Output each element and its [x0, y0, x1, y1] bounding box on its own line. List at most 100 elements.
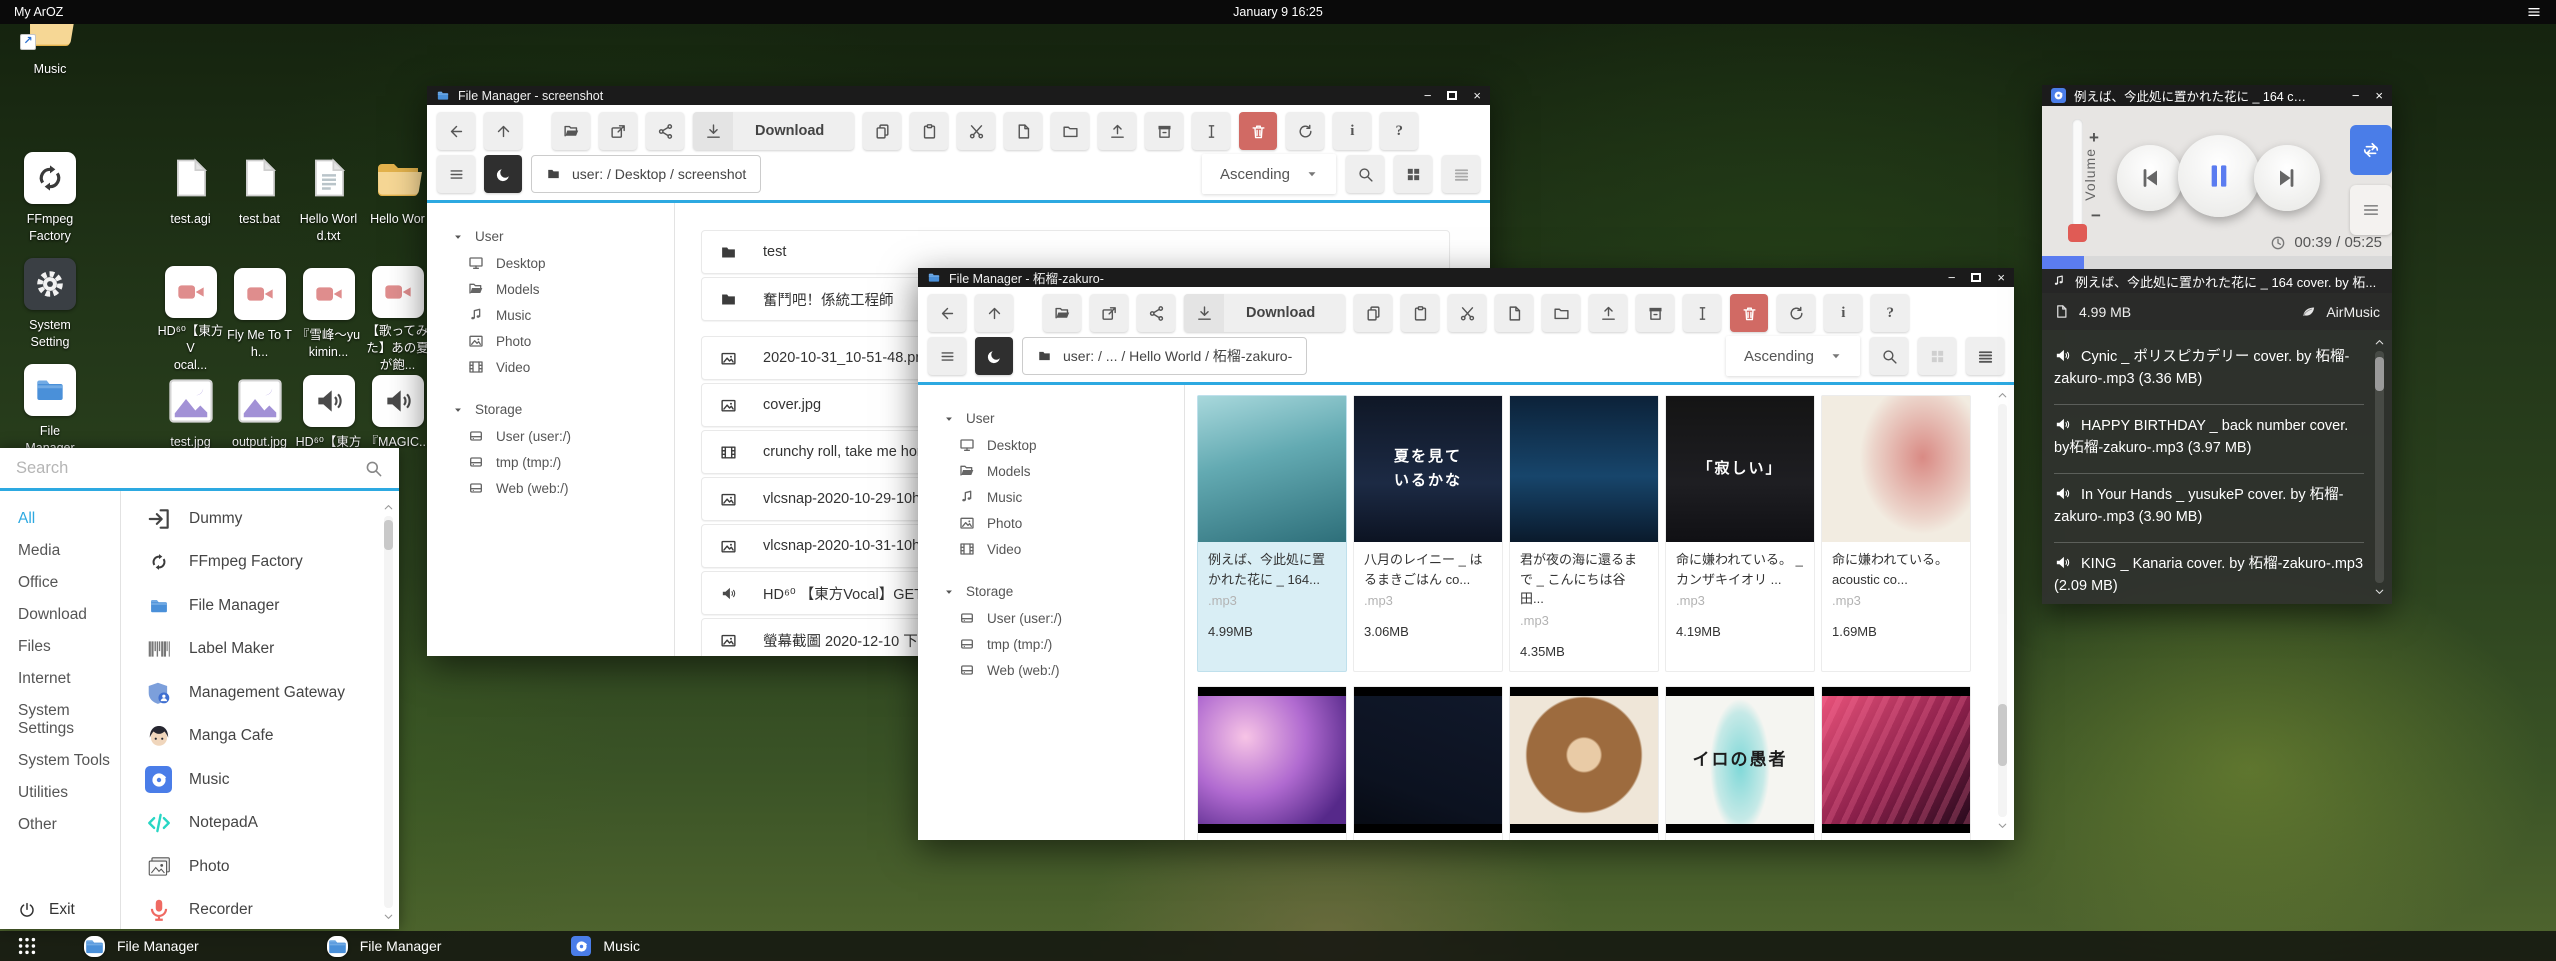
- help-button[interactable]: ?: [1380, 112, 1418, 150]
- delete-button[interactable]: [1730, 294, 1768, 332]
- desktop-file-icon[interactable]: Hello Wor: [363, 150, 432, 266]
- hamburger-icon[interactable]: [2526, 4, 2542, 20]
- next-button[interactable]: [2254, 145, 2320, 211]
- info-button[interactable]: i: [1824, 294, 1862, 332]
- search-button[interactable]: [1870, 337, 1908, 375]
- category-item[interactable]: System Tools: [0, 745, 120, 777]
- sidebar-storage-item[interactable]: Web (web:/): [453, 475, 674, 501]
- dark-mode-button[interactable]: [975, 337, 1013, 375]
- copy-button[interactable]: [1354, 294, 1392, 332]
- category-item[interactable]: Utilities: [0, 777, 120, 809]
- volume-minus[interactable]: −: [2091, 206, 2101, 226]
- grid-view-button[interactable]: [1394, 155, 1432, 193]
- desktop-file-icon[interactable]: test.agi: [156, 150, 225, 266]
- app-item[interactable]: Management Gateway: [145, 671, 373, 715]
- open-button[interactable]: [552, 112, 590, 150]
- cut-button[interactable]: [1448, 294, 1486, 332]
- app-item[interactable]: FFmpeg Factory: [145, 541, 373, 585]
- category-item[interactable]: System Settings: [0, 695, 120, 745]
- album-tile[interactable]: 幽霊東京 _ Ayase: [1821, 686, 1971, 841]
- album-tile[interactable]: イロの愚者 方相成仏代償連明: [1665, 686, 1815, 841]
- pause-button[interactable]: [2178, 135, 2260, 217]
- address-bar[interactable]: user: / ... / Hello World / 柘榴-zakuro-: [1022, 337, 1307, 375]
- title-bar[interactable]: File Manager - screenshot − ×: [427, 86, 1490, 105]
- previous-button[interactable]: [2117, 145, 2183, 211]
- download-button[interactable]: Download: [693, 112, 854, 150]
- sidebar-user-header[interactable]: User: [944, 405, 1184, 432]
- progress-bar[interactable]: [2042, 256, 2392, 269]
- category-item[interactable]: Internet: [0, 663, 120, 695]
- album-tile[interactable]: 「寂しい」 命に嫌われている。 _ カンザキイオリ ... .mp3 4.19M…: [1665, 395, 1815, 672]
- copy-button[interactable]: [863, 112, 901, 150]
- cut-button[interactable]: [957, 112, 995, 150]
- desktop-file-icon[interactable]: 『雪峰～yu kimin...: [294, 266, 363, 373]
- new-file-button[interactable]: [1495, 294, 1533, 332]
- maximize-button[interactable]: [1447, 91, 1457, 100]
- album-tile[interactable]: 君が夜の海に還るまで _ こんにちは谷田... .mp3 4.35MB: [1509, 395, 1659, 672]
- volume-plus[interactable]: +: [2089, 128, 2099, 148]
- sort-dropdown[interactable]: Ascending: [1726, 336, 1860, 376]
- list-view-button[interactable]: [1966, 337, 2004, 375]
- archive-button[interactable]: [1636, 294, 1674, 332]
- grid-view-button[interactable]: [1918, 337, 1956, 375]
- maximize-button[interactable]: [1971, 273, 1981, 282]
- scrollbar[interactable]: [2372, 336, 2387, 598]
- minimize-button[interactable]: −: [1424, 88, 1432, 103]
- upload-button[interactable]: [1098, 112, 1136, 150]
- desktop-file-icon[interactable]: Fly Me To T h...: [225, 266, 294, 373]
- new-folder-button[interactable]: [1542, 294, 1580, 332]
- album-tile[interactable]: 夏を見て いるかな 八月のレイニー _ はるまきごはん co... .mp3 3…: [1353, 395, 1503, 672]
- desktop-file-icon[interactable]: 【歌ってみ た】あの夏 が飽...: [363, 266, 432, 373]
- sidebar-user-header[interactable]: User: [453, 223, 674, 250]
- taskbar-task[interactable]: File Manager: [70, 931, 213, 961]
- info-button[interactable]: i: [1333, 112, 1371, 150]
- category-item[interactable]: Files: [0, 631, 120, 663]
- share-button[interactable]: [646, 112, 684, 150]
- share-button[interactable]: [1137, 294, 1175, 332]
- app-item[interactable]: Music: [145, 758, 373, 802]
- desktop-file-icon[interactable]: test.bat: [225, 150, 294, 266]
- back-button[interactable]: [437, 112, 475, 150]
- playlist-item[interactable]: KING _ Kanaria cover. by 柘榴-zakuro-.mp3 …: [2054, 543, 2364, 604]
- scroll-thumb[interactable]: [384, 520, 393, 550]
- refresh-button[interactable]: [1286, 112, 1324, 150]
- sidebar-item[interactable]: Desktop: [453, 250, 674, 276]
- search-button[interactable]: [1346, 155, 1384, 193]
- close-button[interactable]: ×: [1997, 270, 2005, 285]
- app-item[interactable]: Label Maker: [145, 628, 373, 672]
- scrollbar[interactable]: [1995, 389, 2010, 832]
- sidebar-item[interactable]: Models: [453, 276, 674, 302]
- app-item[interactable]: NotepadA: [145, 802, 373, 846]
- title-bar[interactable]: File Manager - 柘榴-zakuro- − ×: [918, 268, 2014, 287]
- list-view-button[interactable]: [1442, 155, 1480, 193]
- minimize-button[interactable]: −: [1948, 270, 1956, 285]
- paste-button[interactable]: [910, 112, 948, 150]
- new-file-button[interactable]: [1004, 112, 1042, 150]
- search-icon[interactable]: [364, 459, 383, 478]
- desktop-shortcut[interactable]: FFmpeg Factory: [16, 150, 84, 245]
- volume-handle[interactable]: [2068, 224, 2087, 242]
- repeat-button[interactable]: [2350, 125, 2392, 175]
- sidebar-item[interactable]: Desktop: [944, 432, 1184, 458]
- category-item[interactable]: Download: [0, 599, 120, 631]
- playlist-item[interactable]: HAPPY BIRTHDAY _ back number cover. by柘榴…: [2054, 405, 2364, 474]
- app-item[interactable]: Dummy: [145, 497, 373, 541]
- category-item[interactable]: Office: [0, 567, 120, 599]
- scroll-thumb[interactable]: [2375, 357, 2384, 391]
- sidebar-item[interactable]: Photo: [944, 510, 1184, 536]
- sidebar-item[interactable]: Video: [944, 536, 1184, 562]
- category-item[interactable]: Other: [0, 809, 120, 841]
- sidebar-storage-header[interactable]: Storage: [453, 396, 674, 423]
- sidebar-storage-item[interactable]: User (user:/): [453, 423, 674, 449]
- app-item[interactable]: Recorder: [145, 889, 373, 930]
- back-button[interactable]: [928, 294, 966, 332]
- desktop-shortcut[interactable]: System Setting: [16, 256, 84, 351]
- category-item[interactable]: All: [0, 503, 120, 535]
- playlist-item[interactable]: In Your Hands _ yusukeP cover. by 柘榴-zak…: [2054, 474, 2364, 543]
- app-item[interactable]: Manga Cafe: [145, 715, 373, 759]
- playlist-button[interactable]: [2350, 185, 2392, 235]
- dark-mode-button[interactable]: [484, 155, 522, 193]
- open-button[interactable]: [1043, 294, 1081, 332]
- taskbar-task[interactable]: File Manager: [313, 931, 456, 961]
- sidebar-storage-item[interactable]: tmp (tmp:/): [453, 449, 674, 475]
